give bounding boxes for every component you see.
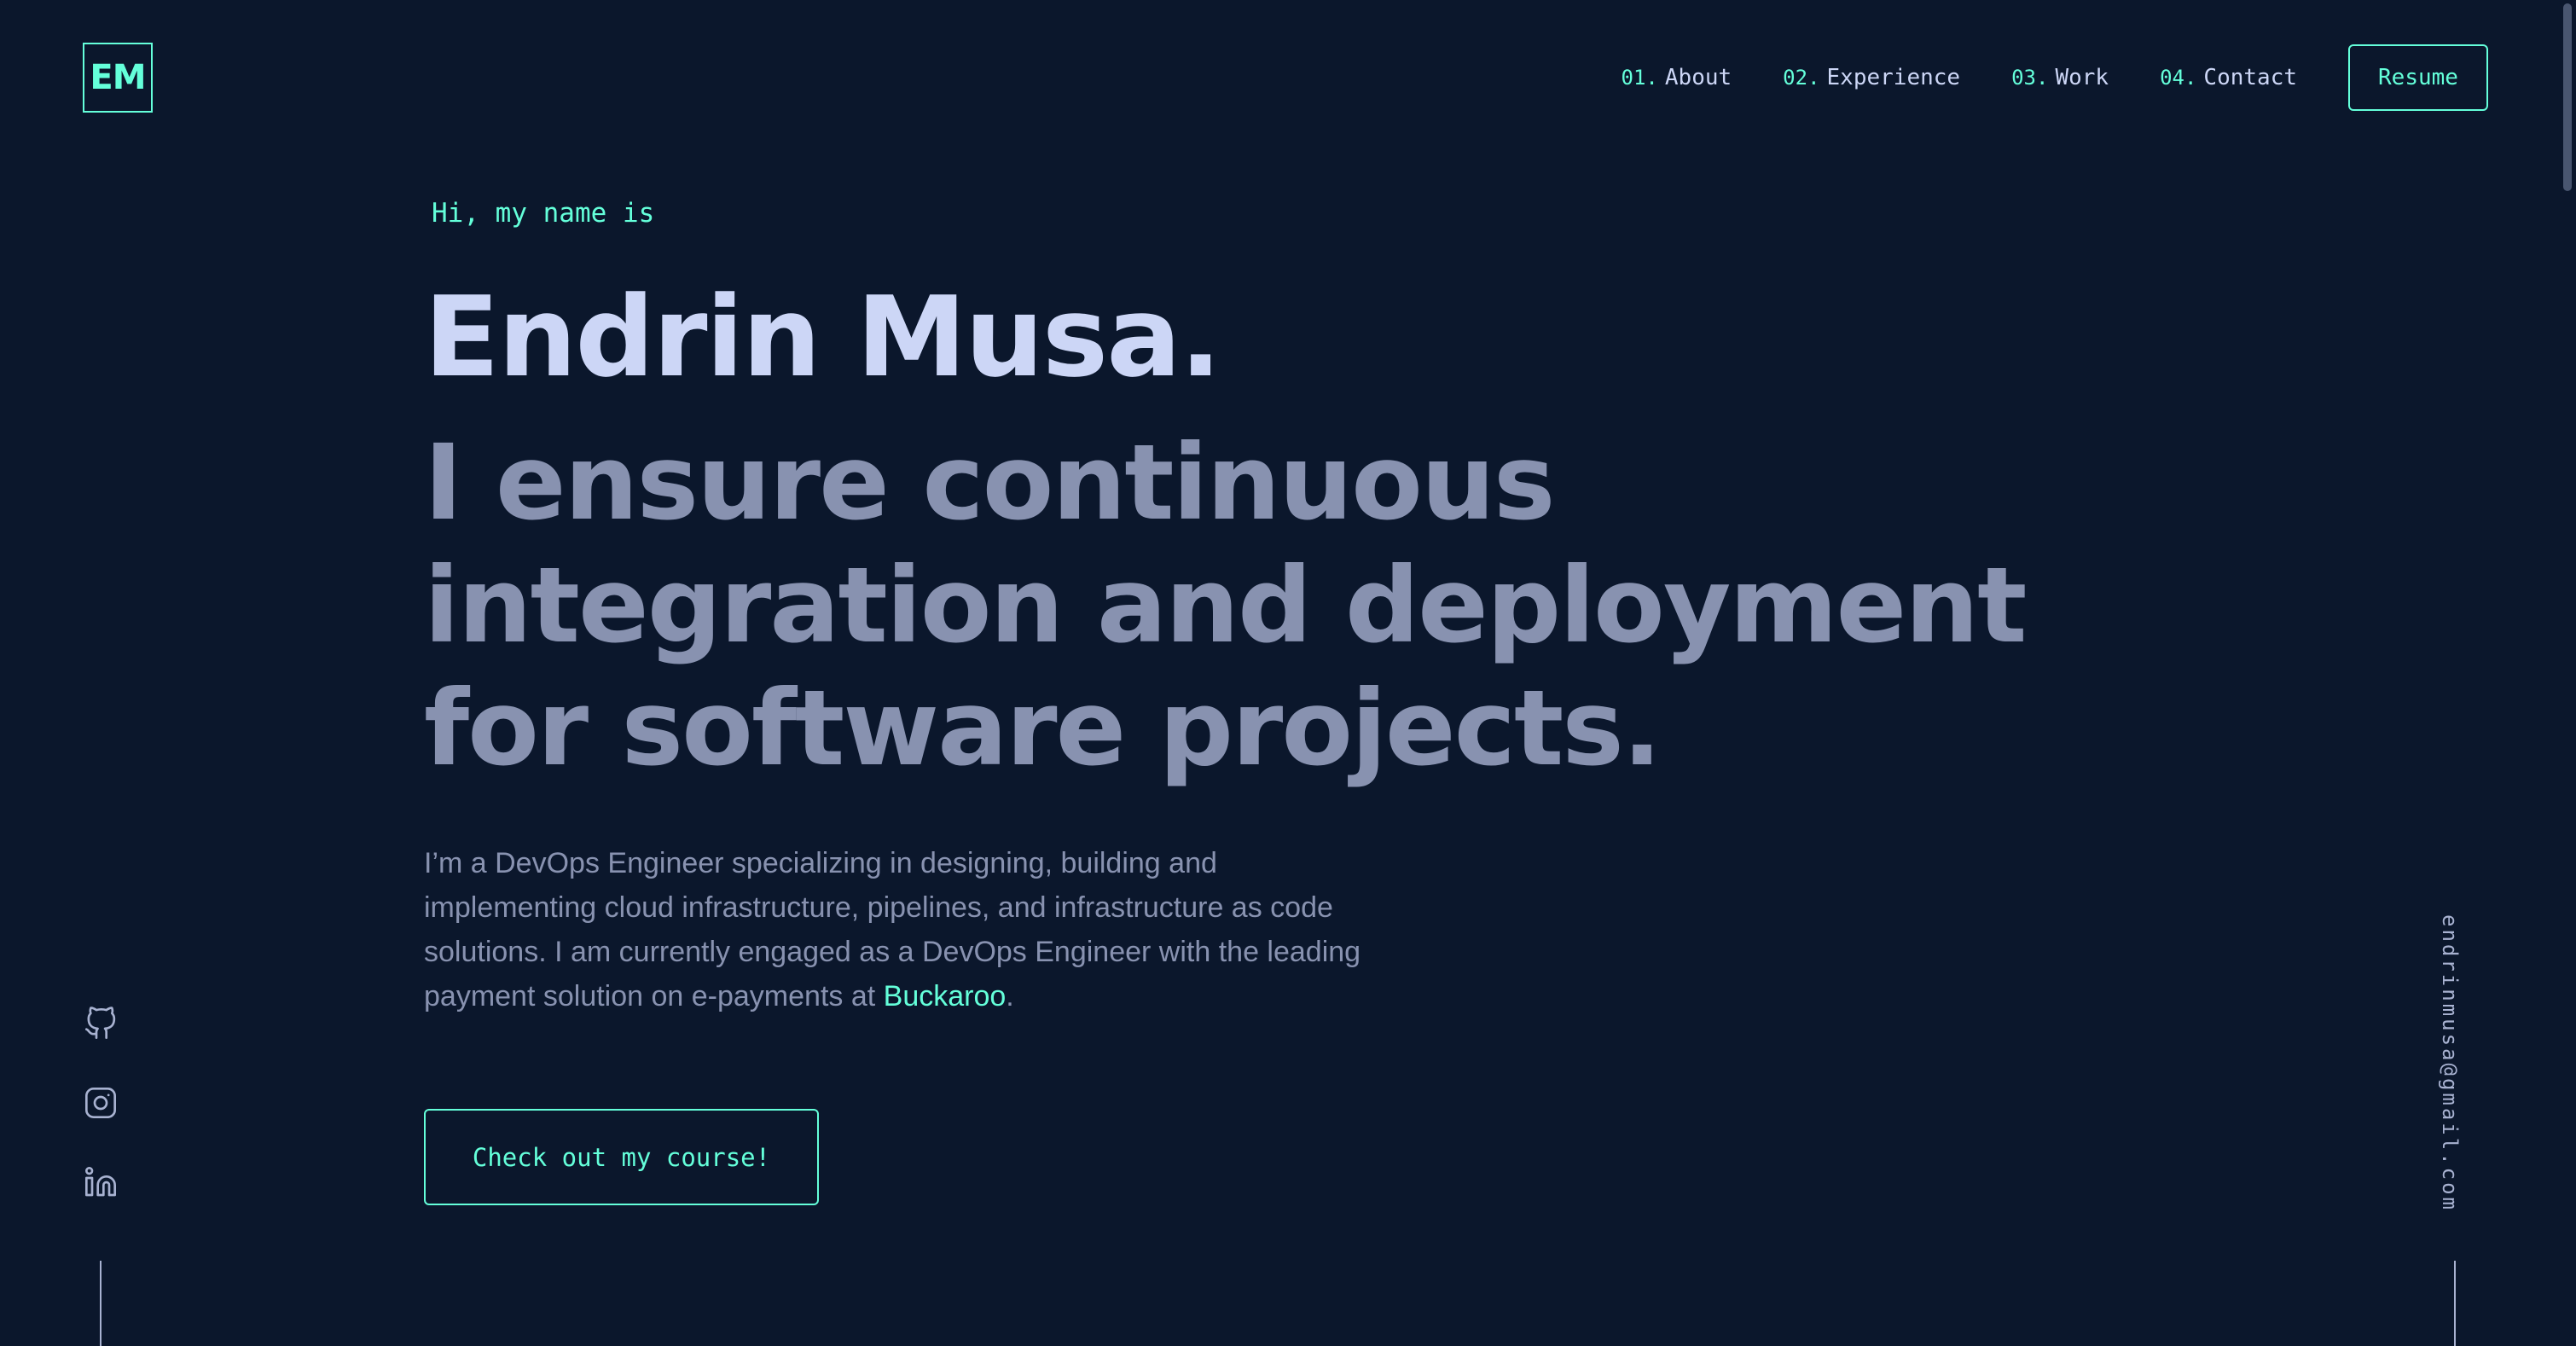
nav-number: 03. <box>2011 66 2049 90</box>
nav-item-about[interactable]: 01. About <box>1622 65 1732 90</box>
scrollbar-thumb[interactable] <box>2563 3 2572 191</box>
nav-label: About <box>1664 65 1732 90</box>
nav-number: 02. <box>1783 66 1820 90</box>
logo-text: EM <box>90 58 146 97</box>
resume-button[interactable]: Resume <box>2348 44 2488 111</box>
logo[interactable]: EM <box>83 43 153 113</box>
greeting: Hi, my name is <box>432 198 655 229</box>
course-button[interactable]: Check out my course! <box>424 1109 819 1205</box>
page-scrollbar[interactable] <box>2559 0 2576 1346</box>
buckaroo-link[interactable]: Buckaroo <box>884 980 1007 1012</box>
linkedin-icon[interactable] <box>84 1165 118 1199</box>
nav-item-contact[interactable]: 04. Contact <box>2160 65 2297 90</box>
nav-label: Work <box>2055 65 2109 90</box>
right-rail-line <box>2454 1261 2456 1346</box>
main-nav: 01. About 02. Experience 03. Work 04. Co… <box>1622 44 2488 111</box>
nav-item-experience[interactable]: 02. Experience <box>1783 65 1960 90</box>
nav-label: Contact <box>2203 65 2297 90</box>
nav-item-work[interactable]: 03. Work <box>2011 65 2109 90</box>
intro-end: . <box>1006 980 1014 1012</box>
intro-paragraph: I’m a DevOps Engineer specializing in de… <box>424 841 1371 1018</box>
left-rail-line <box>100 1261 102 1346</box>
instagram-icon[interactable] <box>84 1086 118 1120</box>
hero-tagline: I ensure continuous integration and depl… <box>424 422 2027 789</box>
hero-name: Endrin Musa. <box>424 272 1221 402</box>
nav-number: 04. <box>2160 66 2197 90</box>
nav-label: Experience <box>1826 65 1961 90</box>
email-link[interactable]: endrinmusa@gmail.com <box>2438 914 2462 1212</box>
social-links <box>84 1007 118 1244</box>
github-icon[interactable] <box>84 1007 118 1041</box>
nav-number: 01. <box>1621 66 1658 90</box>
